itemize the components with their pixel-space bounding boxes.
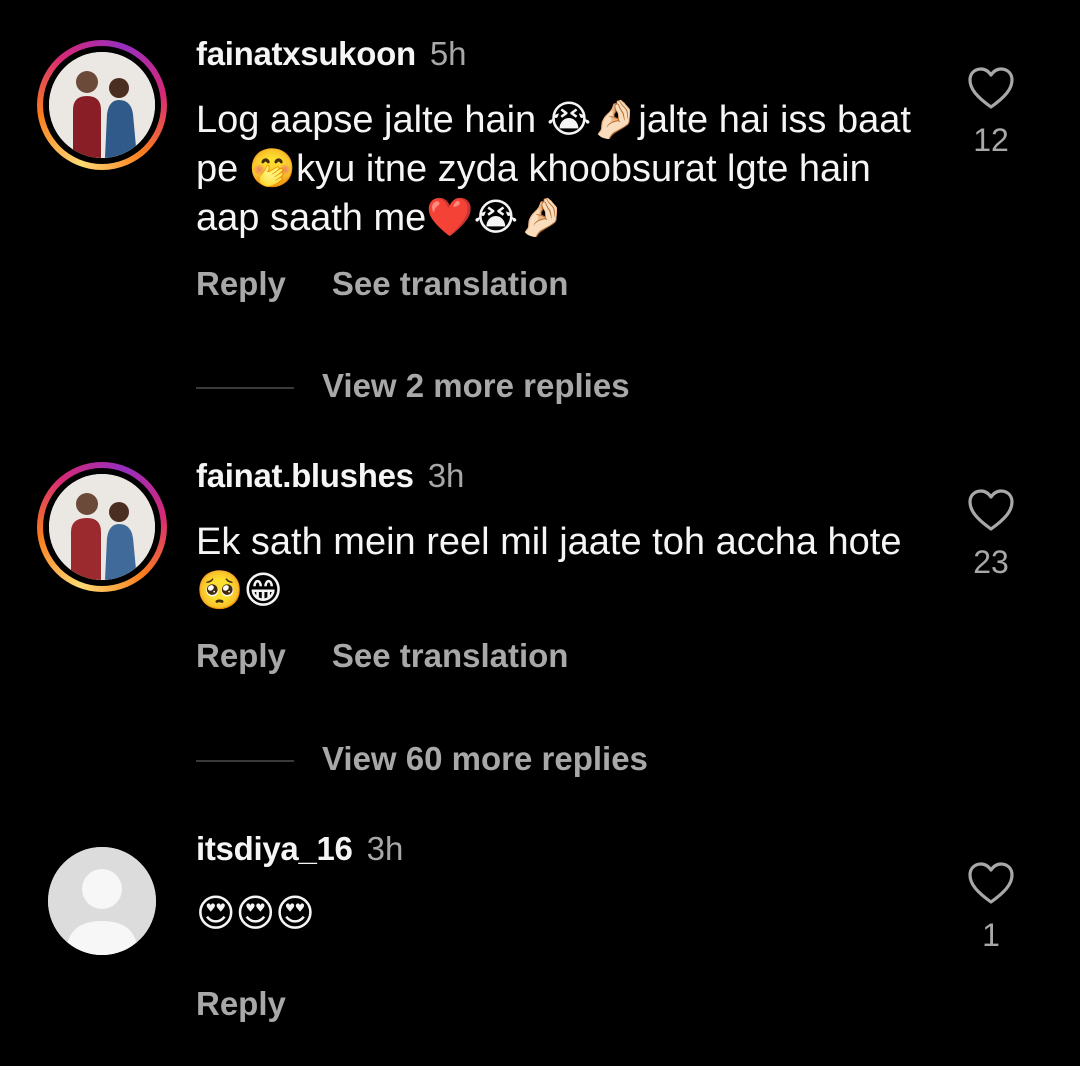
replies-divider [196, 760, 294, 763]
view-replies-label: View 60 more replies [322, 740, 648, 777]
reply-button[interactable]: Reply [196, 985, 286, 1022]
comment-header: fainat.blushes 3h [196, 456, 464, 496]
see-translation-button[interactable]: See translation [332, 265, 569, 302]
avatar-photo-icon [49, 474, 155, 580]
comment-text: 😍😍😍 [196, 893, 315, 935]
view-replies-label: View 2 more replies [322, 367, 630, 404]
comment-header: itsdiya_16 3h [196, 829, 403, 869]
like-control: 23 [960, 488, 1022, 582]
comment-header: fainatxsukoon 5h [196, 34, 467, 74]
comment-text: Ek sath mein reel mil jaate toh accha ho… [196, 521, 902, 612]
heart-outline-icon[interactable] [967, 861, 1015, 905]
comment-actions: Reply See translation [196, 636, 568, 676]
view-replies-toggle[interactable]: View 60 more replies [196, 739, 648, 779]
like-control: 1 [960, 861, 1022, 955]
reply-button[interactable]: Reply [196, 265, 286, 302]
replies-divider [196, 387, 294, 390]
avatar [49, 52, 155, 158]
view-replies-toggle[interactable]: View 2 more replies [196, 366, 630, 406]
avatar-photo-icon [49, 52, 155, 158]
timestamp: 3h [427, 457, 465, 494]
heart-outline-icon[interactable] [967, 66, 1015, 110]
username[interactable]: itsdiya_16 [196, 830, 353, 867]
like-count: 1 [982, 917, 1000, 953]
comment-text: Log aapse jalte hain 😭🤌🏻jalte hai iss ba… [196, 99, 911, 239]
reply-button[interactable]: Reply [196, 637, 286, 674]
like-count: 12 [973, 122, 1009, 158]
like-control: 12 [960, 66, 1022, 160]
timestamp: 3h [366, 830, 404, 867]
see-translation-button[interactable]: See translation [332, 637, 569, 674]
heart-outline-icon[interactable] [967, 488, 1015, 532]
timestamp: 5h [429, 35, 467, 72]
comment-actions: Reply [196, 984, 286, 1024]
avatar-story-ring[interactable] [37, 40, 167, 170]
default-avatar[interactable] [48, 847, 156, 955]
username[interactable]: fainatxsukoon [196, 35, 416, 72]
default-user-icon [48, 847, 156, 955]
username[interactable]: fainat.blushes [196, 457, 414, 494]
comment-actions: Reply See translation [196, 264, 568, 304]
like-count: 23 [973, 544, 1009, 580]
avatar-story-ring[interactable] [37, 462, 167, 592]
avatar [49, 474, 155, 580]
